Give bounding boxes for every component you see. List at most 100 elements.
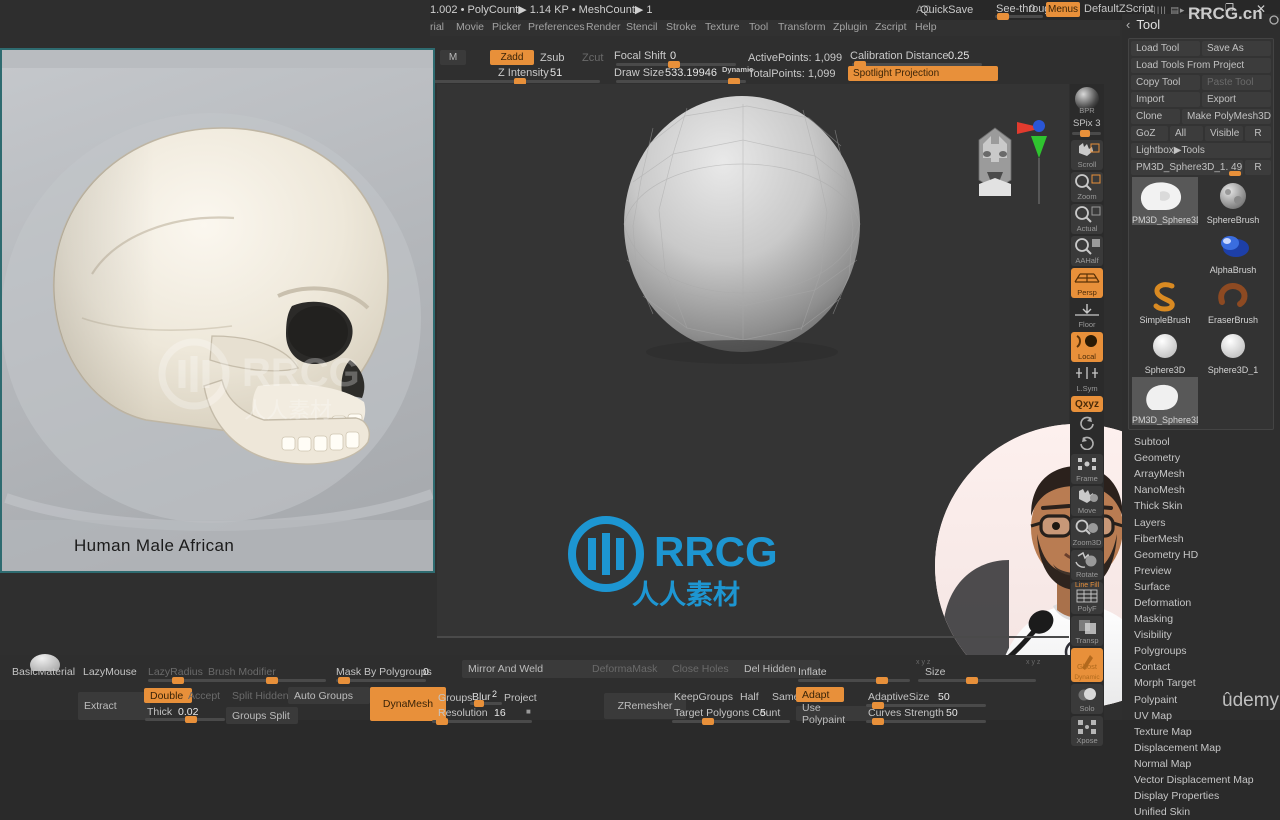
accept-button[interactable]: Accept [182,688,232,703]
close-holes-button[interactable]: Close Holes [666,660,748,678]
tool-section-vector-displacement-map[interactable]: Vector Displacement Map [1122,772,1280,788]
navigation-gizmo[interactable] [957,114,1057,206]
copy-tool-button[interactable]: Copy Tool [1131,75,1200,90]
tool-section-masking[interactable]: Masking [1122,611,1280,627]
draw-size-slider[interactable] [616,78,746,85]
reference-image-panel[interactable]: Human Male African RRCG 人人素材 [0,48,435,573]
make-polymesh3d-button[interactable]: Make PolyMesh3D [1182,109,1271,124]
clone-button[interactable]: Clone [1131,109,1180,124]
save-as-button[interactable]: Save As [1202,41,1271,56]
shelf-item-floor[interactable]: Floor [1071,300,1103,330]
half-button[interactable]: Half [740,691,759,703]
menu-item-help[interactable]: Help [915,21,937,33]
shelf-item-frame[interactable]: Frame [1071,454,1103,484]
zadd-button[interactable]: Zadd [490,50,534,65]
chevron-left-icon[interactable]: ‹ [1126,17,1130,32]
inflate-label[interactable]: Inflate [798,666,827,678]
menu-item-movie[interactable]: Movie [456,21,484,33]
deformamask-button[interactable]: DeformaMask [586,660,676,678]
tool-section-uv-map[interactable]: UV Map [1122,708,1280,724]
groups-label[interactable]: Groups [438,692,472,704]
shelf-item-persp[interactable]: Persp [1071,268,1103,298]
menu-item-render[interactable]: Render [586,21,620,33]
goz-visible-button[interactable]: Visible [1205,126,1243,141]
shelf-item-aahalf[interactable]: AAHalf [1071,236,1103,266]
tool-section-thick-skin[interactable]: Thick Skin [1122,498,1280,514]
tool-thumb-blank[interactable] [1132,227,1198,275]
tool-section-polypaint[interactable]: Polypaint [1122,692,1280,708]
inflate-slider[interactable] [798,677,910,684]
size-slider[interactable] [918,677,1036,684]
shelf-item-solo[interactable]: Solo [1071,684,1103,714]
tool-section-display-properties[interactable]: Display Properties [1122,788,1280,804]
tool-section-surface[interactable]: Surface [1122,579,1280,595]
load-tools-from-project-button[interactable]: Load Tools From Project [1131,58,1271,73]
mirror-and-weld-button[interactable]: Mirror And Weld [462,660,594,678]
adapt-button[interactable]: Adapt [796,687,844,702]
curves-strength-slider[interactable] [866,718,986,725]
size-label[interactable]: Size [925,666,945,678]
tool-section-deformation[interactable]: Deformation [1122,595,1280,611]
tool-section-visibility[interactable]: Visibility [1122,627,1280,643]
tool-section-layers[interactable]: Layers [1122,514,1280,530]
tool-section-contact[interactable]: Contact [1122,659,1280,675]
spotlight-projection-button[interactable]: Spotlight Projection [848,66,998,81]
shelf-item-lsym[interactable]: L.Sym [1071,364,1103,394]
shelf-item-zoom[interactable]: Zoom [1071,172,1103,202]
target-polygons-slider[interactable] [672,718,790,725]
spix-slider[interactable] [1072,130,1101,137]
tool-section-geometry[interactable]: Geometry [1122,450,1280,466]
tool-thumb-simplebrush[interactable]: SimpleBrush [1132,277,1198,325]
tool-section-unified-skin[interactable]: Unified Skin [1122,804,1280,820]
auto-groups-button[interactable]: Auto Groups [288,687,370,704]
menu-item-zscript[interactable]: Zscript [875,21,907,33]
shelf-item-rotate-cw[interactable] [1071,434,1103,452]
m-button[interactable]: M [440,50,466,65]
brush-modifier-slider[interactable] [208,677,326,684]
tool-thumb-alphabrush[interactable]: AlphaBrush [1200,227,1266,275]
dynamesh-button[interactable]: DynaMesh [370,687,446,721]
mask-by-polygroups-slider[interactable] [336,677,426,684]
brush-modifier-label[interactable]: Brush Modifier [208,666,276,678]
current-tool-r-button[interactable]: R [1245,160,1271,175]
use-polypaint-button[interactable]: Use Polypaint [796,702,872,726]
paste-tool-button[interactable]: Paste Tool [1202,75,1271,90]
tool-thumb-pm3d-sphere3d-b[interactable]: PM3D_Sphere3D [1132,377,1198,425]
resolution-slider[interactable] [432,718,532,725]
load-tool-button[interactable]: Load Tool [1131,41,1200,56]
shelf-item-xyz[interactable]: Qxyz [1071,396,1103,412]
lightbox-tools-button[interactable]: Lightbox▶Tools [1131,143,1271,158]
tool-section-normal-map[interactable]: Normal Map [1122,756,1280,772]
tool-section-morph-target[interactable]: Morph Target [1122,675,1280,691]
goz-r-button[interactable]: R [1245,126,1271,141]
tool-thumb-sphere3d-1[interactable]: Sphere3D_1 [1200,327,1266,375]
tool-section-subtool[interactable]: Subtool [1122,434,1280,450]
shelf-item-scroll[interactable]: Scroll [1071,140,1103,170]
extract-button[interactable]: Extract [78,692,150,720]
tool-section-texture-map[interactable]: Texture Map [1122,724,1280,740]
menu-item-zplugin[interactable]: Zplugin [833,21,867,33]
tool-thumb-spherebrush[interactable]: SphereBrush [1200,177,1266,225]
quicksave-button[interactable]: QuickSave [920,4,973,16]
goz-all-button[interactable]: All [1170,126,1203,141]
export-button[interactable]: Export [1202,92,1271,107]
current-tool-field[interactable]: PM3D_Sphere3D_1. 49 [1131,160,1243,175]
menu-item-texture[interactable]: Texture [705,21,739,33]
shelf-item-transp[interactable]: Transp [1071,616,1103,646]
keep-groups-button[interactable]: KeepGroups [674,691,733,703]
see-through-slider[interactable] [995,13,1043,20]
shelf-item-polyf[interactable]: Line Fill PolyF [1071,582,1103,614]
tool-section-arraymesh[interactable]: ArrayMesh [1122,466,1280,482]
menu-item-tool[interactable]: Tool [749,21,768,33]
import-button[interactable]: Import [1131,92,1200,107]
goz-button[interactable]: GoZ [1131,126,1168,141]
menu-item-material[interactable]: rial [430,21,444,33]
zcut-button[interactable]: Zcut [582,52,603,64]
tool-section-fibermesh[interactable]: FiberMesh [1122,531,1280,547]
focal-shift-slider[interactable] [616,61,736,68]
menu-item-preferences[interactable]: Preferences [528,21,585,33]
shelf-item-ghost[interactable]: Ghost Dynamic [1071,648,1103,682]
z-intensity-slider[interactable] [430,78,600,85]
menu-item-picker[interactable]: Picker [492,21,521,33]
tool-section-geometry-hd[interactable]: Geometry HD [1122,547,1280,563]
